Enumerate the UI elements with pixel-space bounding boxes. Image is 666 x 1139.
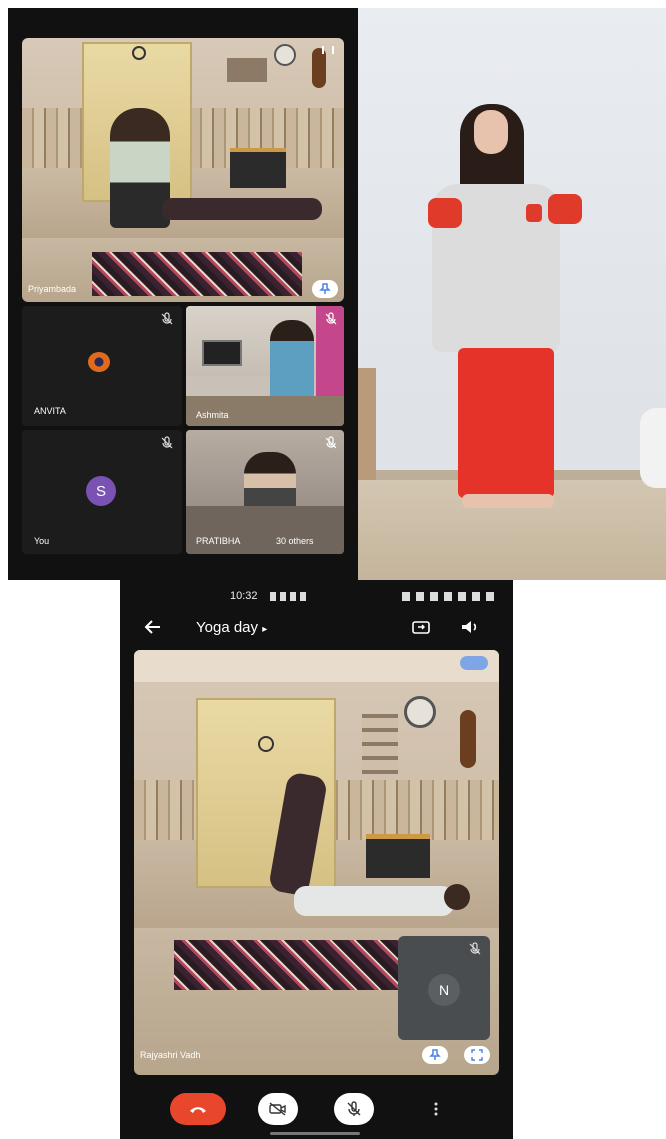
feet (462, 494, 554, 508)
wall-clock (404, 696, 436, 728)
back-arrow-icon (144, 620, 160, 634)
sleeve-right (548, 194, 582, 224)
mic-toggle-button[interactable] (334, 1093, 374, 1125)
more-options-button[interactable] (424, 1093, 448, 1125)
main-video-tile[interactable]: Rajyashri Vadh N (134, 650, 499, 1075)
participant-name: Priyambada (28, 284, 77, 294)
person-torso (294, 886, 454, 916)
main-video-tile[interactable]: Priyambada (22, 38, 344, 302)
hang-up-icon (190, 1107, 206, 1113)
yoga-rug (92, 252, 302, 296)
mic-off-icon (325, 312, 337, 325)
participant-name: You (34, 536, 50, 546)
grid-tile-ashmita[interactable]: Ashmita (186, 306, 344, 426)
mic-off-icon (325, 436, 337, 449)
meeting-title[interactable]: Yoga day ▸ (196, 619, 267, 636)
guitar-icon (460, 710, 476, 768)
wall-clock (274, 44, 296, 66)
person-head (444, 884, 470, 910)
person-trousers (458, 348, 554, 498)
shirt-logo (526, 204, 542, 222)
status-time: 10:32 (230, 590, 258, 602)
self-preview-tile[interactable]: N (398, 936, 490, 1040)
chevron-right-icon: ▸ (262, 624, 268, 635)
participant-name: ANVITA (34, 406, 66, 416)
others-count[interactable]: 30 others (276, 536, 314, 546)
camera-off-icon (269, 1102, 286, 1116)
avatar: N (428, 974, 460, 1006)
person-seated (110, 108, 170, 228)
switch-camera-button[interactable] (410, 616, 432, 638)
participant-name: Ashmita (196, 410, 229, 420)
grid-tile-pratibha[interactable]: PRATIBHA 30 others (186, 430, 344, 554)
yoga-rug (174, 940, 414, 990)
hanging-banner (366, 834, 430, 878)
grid-tile-self[interactable]: S You (22, 430, 182, 554)
mic-off-icon (161, 312, 173, 325)
hanging-banner (230, 148, 286, 188)
gesture-bar (270, 1132, 360, 1135)
grid-tile-anvita[interactable]: ANVITA (22, 306, 182, 426)
wall-shelf (362, 714, 398, 774)
back-button[interactable] (142, 616, 164, 638)
pin-button[interactable] (422, 1046, 448, 1064)
end-call-button[interactable] (170, 1093, 226, 1125)
mic-off-icon (161, 436, 173, 449)
system-icons (402, 592, 494, 601)
dreamcatcher-icon (132, 46, 146, 60)
meeting-title-text: Yoga day (196, 619, 259, 636)
camera-toggle-button[interactable] (258, 1093, 298, 1125)
speaker-icon (462, 621, 477, 633)
pin-icon (319, 283, 331, 294)
participant-name: Rajyashri Vadh (140, 1050, 201, 1060)
tv-set (202, 340, 242, 366)
mic-off-icon (347, 1101, 361, 1116)
standing-pose-photo (358, 8, 666, 580)
guitar-icon (312, 48, 326, 88)
sleeve-left (428, 198, 462, 228)
person-face (474, 110, 508, 154)
avatar: S (86, 476, 116, 506)
pin-button[interactable] (312, 280, 338, 298)
bed (186, 506, 344, 554)
fullscreen-icon (471, 1049, 483, 1061)
person-legs (162, 198, 322, 220)
top-call-screenshot: Priyambada ANVITA Ashmita S You PRATIBHA… (8, 8, 358, 580)
fullscreen-button[interactable] (464, 1046, 490, 1064)
mic-off-icon (469, 942, 481, 955)
participant-name: PRATIBHA (196, 536, 241, 546)
pin-icon (429, 1049, 441, 1060)
switch-camera-icon (412, 621, 430, 634)
ceiling (134, 650, 499, 682)
wall-shelf (227, 58, 267, 82)
dreamcatcher-icon (258, 736, 274, 752)
speaker-button[interactable] (458, 616, 480, 638)
profile-picture (88, 352, 110, 372)
more-vertical-icon (434, 1102, 438, 1116)
bottom-call-screenshot: 10:32 Yoga day ▸ Rajyashri Vadh N (120, 580, 513, 1139)
active-speaker-indicator (460, 656, 488, 670)
status-bar: 10:32 (120, 588, 513, 606)
door-frame (358, 368, 376, 480)
audio-level-icon (322, 46, 334, 54)
status-icons (270, 592, 310, 601)
chair (640, 408, 666, 488)
